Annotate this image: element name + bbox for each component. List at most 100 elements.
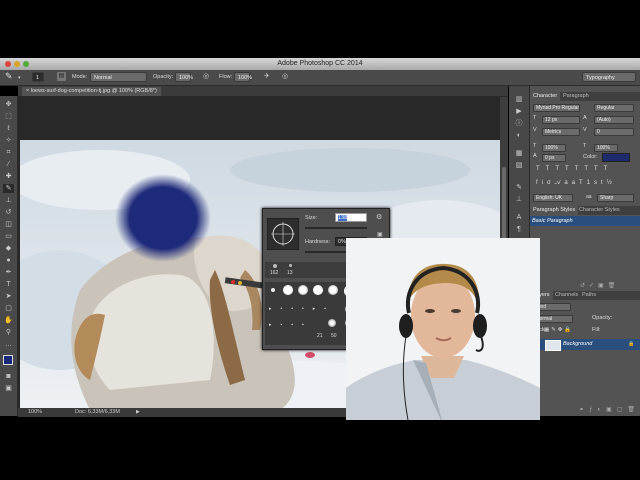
text-style-buttons[interactable]: TTTTTTTT <box>536 166 636 172</box>
path-select-icon[interactable]: ➤ <box>3 292 14 301</box>
kerning-field[interactable]: Metrics <box>542 128 580 136</box>
shape-icon[interactable]: ▢ <box>3 304 14 313</box>
dodge-icon[interactable]: ● <box>3 256 14 265</box>
actions-icon[interactable]: ▶ <box>514 108 524 116</box>
layers-footer-icons[interactable]: ⚭ƒ◐▣▢🗑 <box>530 406 640 413</box>
brush-preset[interactable] <box>328 285 338 295</box>
flow-field[interactable]: 100% <box>234 72 252 82</box>
stamp-icon[interactable]: ⊥ <box>3 196 14 205</box>
crop-icon[interactable]: ⌗ <box>3 148 14 157</box>
zoom-icon[interactable]: ⚲ <box>3 328 14 337</box>
pen-icon[interactable]: ✒ <box>3 268 14 277</box>
antialias-icon: aa <box>586 194 592 200</box>
marquee-icon[interactable]: ⬚ <box>3 112 14 121</box>
font-size-icon: T <box>533 115 537 121</box>
hand-icon[interactable]: ✋ <box>3 316 14 325</box>
baseline-shift-field[interactable]: 0 px <box>542 154 566 162</box>
tab-character[interactable]: Character <box>530 92 561 101</box>
mode-select[interactable]: Normal <box>90 72 147 82</box>
brush-size-field[interactable]: 1 <box>32 72 44 82</box>
zoom-window-button[interactable] <box>23 61 29 67</box>
brush-preset[interactable] <box>328 319 336 327</box>
status-menu-arrow-icon[interactable]: ▶ <box>136 409 140 415</box>
list-item[interactable]: Basic Paragraph <box>530 216 640 226</box>
brush-icon[interactable]: ✎ <box>3 184 14 193</box>
brush-size-label: Size: <box>305 215 318 221</box>
brush-panel-icon[interactable]: ✎ <box>514 184 524 192</box>
foreground-color-swatch[interactable] <box>3 355 13 365</box>
brush-preset-row[interactable]: ▸•••▸▪ <box>269 306 335 312</box>
quick-select-icon[interactable]: ✧ <box>3 136 14 145</box>
swatches-icon[interactable]: ▦ <box>514 150 524 158</box>
paragraph-icon[interactable]: ¶ <box>514 226 524 234</box>
pressure-opacity-icon[interactable]: ◎ <box>203 72 213 82</box>
brush-tool-icon[interactable]: ✎ <box>5 71 13 82</box>
tracking-field[interactable]: 0 <box>594 128 634 136</box>
opentype-buttons[interactable]: fiσ𝒜aaT1st½ <box>536 180 636 187</box>
close-window-button[interactable] <box>5 61 11 67</box>
quick-mask-icon[interactable]: ◙ <box>3 372 14 381</box>
lasso-icon[interactable]: ℓ <box>3 124 14 133</box>
recent-brush-1[interactable] <box>273 264 277 268</box>
text-color-label: Color: <box>583 154 598 160</box>
tab-character-styles[interactable]: Character Styles <box>576 206 623 215</box>
font-size-field[interactable]: 12 px <box>542 116 580 124</box>
healing-icon[interactable]: ✚ <box>3 172 14 181</box>
opacity-field[interactable]: 100% <box>175 72 193 82</box>
antialias-select[interactable]: Sharp <box>597 194 634 202</box>
presenter-video <box>346 238 540 420</box>
brush-preset[interactable] <box>283 285 293 295</box>
horizontal-scale-field[interactable]: 100% <box>594 144 618 152</box>
tracking-icon: V <box>583 127 587 133</box>
history-brush-icon[interactable]: ↺ <box>3 208 14 217</box>
layer-row[interactable]: ◉ Background 🔒 <box>530 339 640 351</box>
screen-mode-icon[interactable]: ▣ <box>3 384 14 393</box>
brush-size-slider[interactable] <box>305 227 367 229</box>
blur-icon[interactable]: ◆ <box>3 244 14 253</box>
text-icon[interactable]: T <box>3 280 14 289</box>
gradient-icon[interactable]: ▭ <box>3 232 14 241</box>
font-family-select[interactable]: Myriad Pro Regular <box>533 104 580 112</box>
title-bar: Adobe Photoshop CC 2014 <box>0 58 640 70</box>
brush-preset[interactable] <box>298 285 308 295</box>
text-color-swatch[interactable] <box>602 153 630 162</box>
zoom-level[interactable]: 100% <box>28 409 42 415</box>
lock-icons[interactable]: ▦✎✥🔒 <box>544 327 573 333</box>
leading-field[interactable]: (Auto) <box>594 116 634 124</box>
pressure-size-icon[interactable]: ◎ <box>282 72 288 80</box>
more-tools-icon[interactable]: … <box>3 340 14 349</box>
document-tab-bar: × loews-surf-dog-competition-tj.jpg @ 10… <box>18 86 508 97</box>
vertical-scale-field[interactable]: 100% <box>542 144 566 152</box>
brush-panel-toggle-icon[interactable]: ▤ <box>57 72 66 81</box>
styles-footer-icons[interactable]: ↺✓▣🗑 <box>580 282 619 289</box>
new-preset-icon[interactable]: ▣ <box>377 231 383 238</box>
chevron-down-icon[interactable]: ▾ <box>18 75 21 81</box>
airbrush-icon[interactable]: ✈ <box>264 72 270 80</box>
adjustments-icon[interactable]: ◐ <box>514 132 524 140</box>
font-style-select[interactable]: Regular <box>594 104 634 112</box>
tab-paragraph-styles[interactable]: Paragraph Styles <box>530 206 579 215</box>
document-tab[interactable]: × loews-surf-dog-competition-tj.jpg @ 10… <box>22 87 161 96</box>
brush-preset[interactable] <box>271 288 275 292</box>
clone-source-icon[interactable]: ⊥ <box>514 196 524 204</box>
tab-channels[interactable]: Channels <box>552 291 581 300</box>
minimize-window-button[interactable] <box>14 61 20 67</box>
brush-preset-row[interactable]: ▸▪▪▪ <box>269 322 313 328</box>
tab-paths[interactable]: Paths <box>579 291 599 300</box>
workspace-select[interactable]: Typography <box>582 72 636 82</box>
eyedropper-icon[interactable]: ⁄ <box>3 160 14 169</box>
info-icon[interactable]: ⓘ <box>514 120 524 128</box>
character-icon[interactable]: A <box>514 214 524 222</box>
gear-icon[interactable]: ⚙ <box>376 213 382 221</box>
brush-angle-preview[interactable] <box>267 218 299 250</box>
tab-paragraph[interactable]: Paragraph <box>560 92 592 101</box>
brush-size-field[interactable]: 138 <box>335 213 367 222</box>
eraser-icon[interactable]: ◫ <box>3 220 14 229</box>
history-icon[interactable]: ▥ <box>514 96 524 104</box>
styles-icon[interactable]: ▧ <box>514 162 524 170</box>
layer-name[interactable]: Background <box>563 341 592 347</box>
language-select[interactable]: English: UK <box>533 194 573 202</box>
recent-brush-2[interactable] <box>289 264 292 267</box>
brush-preset[interactable] <box>313 285 323 295</box>
move-icon[interactable]: ✥ <box>3 100 14 109</box>
